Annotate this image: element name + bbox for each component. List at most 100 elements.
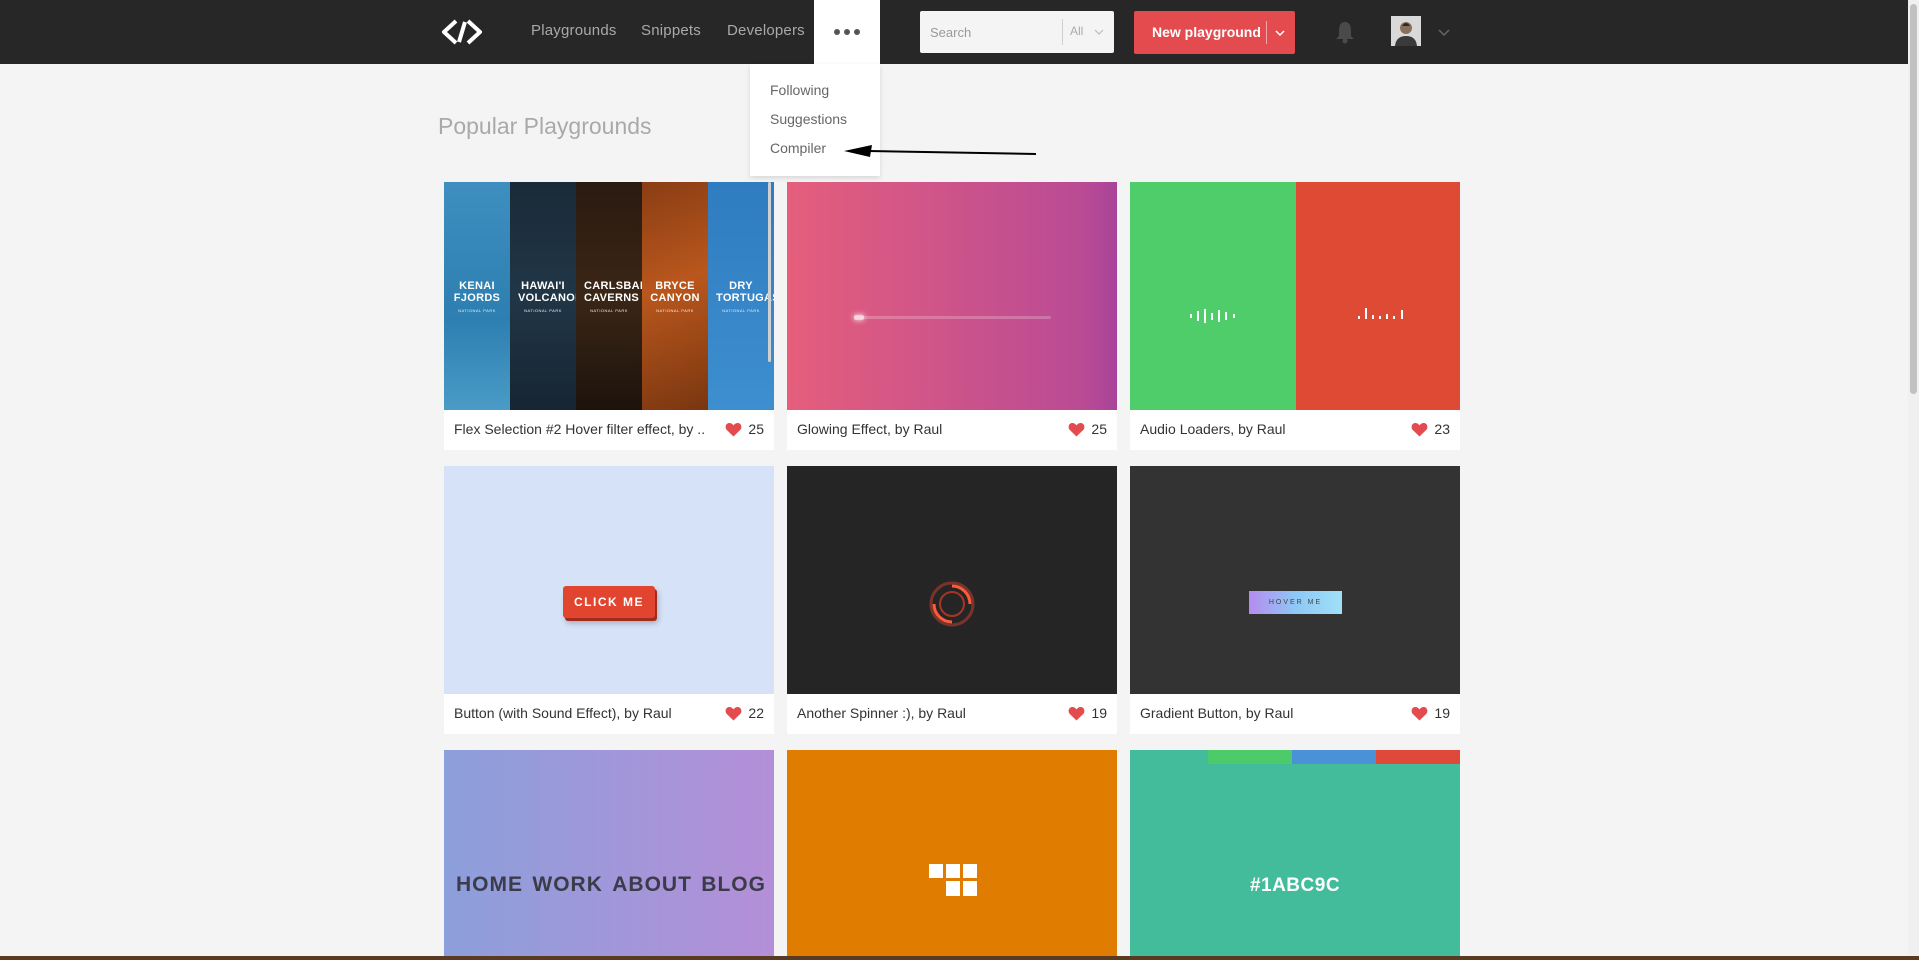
click-me-button-preview: CLICK ME [563, 586, 655, 618]
playground-card[interactable]: Glowing Effect, by Raul 25 [787, 182, 1117, 450]
likes-number: 25 [1091, 421, 1107, 437]
playground-card[interactable]: HOVER ME Gradient Button, by Raul 19 [1130, 466, 1460, 734]
color-strip-blue [1292, 750, 1376, 764]
chevron-down-icon[interactable] [1274, 27, 1286, 39]
preview-button-label: HOVER ME [1268, 599, 1323, 606]
nav-menu-preview: HOME WORK ABOUT BLOG [456, 873, 766, 897]
likes-count[interactable]: 25 [725, 421, 764, 437]
panel-subtitle: NATIONAL PARK [524, 307, 562, 313]
menu-item-suggestions[interactable]: Suggestions [770, 111, 847, 127]
likes-count[interactable]: 25 [1068, 421, 1107, 437]
panel-subtitle: NATIONAL PARK [722, 307, 760, 313]
audio-bars-icon [1358, 308, 1403, 319]
page-scrollbar-thumb[interactable] [1910, 4, 1917, 394]
heart-icon [1069, 706, 1085, 720]
audio-bars-icon [1190, 309, 1235, 323]
card-title: Gradient Button, by Raul [1140, 705, 1294, 721]
notification-bell-icon[interactable] [1334, 20, 1356, 44]
heart-icon [1412, 706, 1428, 720]
panel-title: KENAI FJORDS [453, 279, 501, 304]
nav-playgrounds[interactable]: Playgrounds [531, 22, 617, 39]
search-box: All [920, 11, 1114, 53]
preview-menu-item: WORK [532, 873, 603, 896]
search-divider [1062, 19, 1063, 45]
playground-thumbnail: #1ABC9C [1130, 750, 1460, 956]
panel-title: DRY TORTUGAS [716, 279, 774, 304]
likes-count[interactable]: 23 [1411, 421, 1450, 437]
panel-subtitle: NATIONAL PARK [656, 307, 694, 313]
playground-thumbnail: CLICK ME [444, 466, 774, 694]
panel-subtitle: NATIONAL PARK [458, 307, 496, 313]
heart-icon [726, 422, 742, 436]
panel-title: HAWAI'I VOLCANOES [518, 279, 591, 304]
preview-menu-item: HOME [456, 873, 523, 896]
playground-card[interactable]: KENAI FJORDS NATIONAL PARK HAWAI'I VOLCA… [444, 182, 774, 450]
heart-icon [1412, 422, 1428, 436]
grid-icon [929, 864, 977, 896]
playground-card[interactable]: Audio Loaders, by Raul 23 [1130, 182, 1460, 450]
playground-thumbnail [787, 182, 1117, 410]
page-title: Popular Playgrounds [438, 113, 652, 139]
panel-title: CARLSBAD CAVERNS [584, 279, 649, 304]
playground-thumbnail: HOVER ME [1130, 466, 1460, 694]
color-strip-green [1208, 750, 1292, 764]
playground-card[interactable]: HOME WORK ABOUT BLOG [444, 750, 774, 956]
panel-title: BRYCE CANYON [650, 279, 700, 304]
playground-card[interactable]: Another Spinner :), by Raul 19 [787, 466, 1117, 734]
annotation-arrow-icon [844, 145, 1037, 157]
park-panel: CARLSBAD CAVERNS NATIONAL PARK [576, 182, 649, 410]
spinner-icon [929, 581, 975, 627]
codeplay-logo-icon[interactable] [440, 18, 484, 46]
chevron-down-icon[interactable] [1437, 26, 1451, 38]
desktop-edge [0, 956, 1919, 960]
likes-number: 19 [1434, 705, 1450, 721]
heart-icon [1069, 422, 1085, 436]
likes-number: 25 [748, 421, 764, 437]
inner-scrollbar[interactable] [768, 182, 771, 362]
glow-bar [854, 316, 1051, 319]
playground-thumbnail: HOME WORK ABOUT BLOG [444, 750, 774, 956]
likes-count[interactable]: 19 [1411, 705, 1450, 721]
heart-icon [726, 706, 742, 720]
top-navbar: Playgrounds Snippets Developers All New … [0, 0, 1919, 64]
nav-snippets[interactable]: Snippets [641, 22, 701, 39]
preview-menu-item: BLOG [701, 873, 766, 896]
park-panel: KENAI FJORDS NATIONAL PARK [444, 182, 510, 410]
search-filter-select[interactable]: All [1070, 24, 1083, 38]
loader-panel-green [1130, 182, 1296, 410]
new-playground-label: New playground [1152, 24, 1261, 40]
park-panel: HAWAI'I VOLCANOES NATIONAL PARK [510, 182, 591, 410]
playground-thumbnail [1130, 182, 1460, 410]
playground-card[interactable]: #1ABC9C [1130, 750, 1460, 956]
playground-thumbnail [787, 750, 1117, 956]
likes-count[interactable]: 19 [1068, 705, 1107, 721]
playground-card[interactable] [787, 750, 1117, 956]
color-strip-red [1376, 750, 1460, 764]
likes-number: 23 [1434, 421, 1450, 437]
menu-item-following[interactable]: Following [770, 82, 829, 98]
playground-thumbnail: KENAI FJORDS NATIONAL PARK HAWAI'I VOLCA… [444, 182, 774, 410]
search-input[interactable] [920, 11, 1062, 53]
chevron-down-icon[interactable] [1094, 27, 1104, 37]
button-divider [1266, 21, 1267, 44]
card-title: Button (with Sound Effect), by Raul [454, 705, 672, 721]
hex-color-label: #1ABC9C [1249, 875, 1341, 896]
likes-number: 22 [748, 705, 764, 721]
menu-item-compiler[interactable]: Compiler [770, 140, 826, 156]
park-panel: BRYCE CANYON NATIONAL PARK [642, 182, 708, 410]
playground-thumbnail [787, 466, 1117, 694]
nav-developers[interactable]: Developers [727, 22, 805, 39]
preview-menu-item: ABOUT [612, 873, 692, 896]
ellipsis-icon [834, 29, 860, 35]
user-avatar-icon [1391, 16, 1421, 46]
card-title: Audio Loaders, by Raul [1140, 421, 1286, 437]
likes-count[interactable]: 22 [725, 705, 764, 721]
likes-number: 19 [1091, 705, 1107, 721]
card-title: Another Spinner :), by Raul [797, 705, 966, 721]
card-title: Glowing Effect, by Raul [797, 421, 943, 437]
loader-panel-red [1296, 182, 1460, 410]
more-menu-button[interactable] [814, 0, 880, 64]
new-playground-button[interactable]: New playground [1134, 11, 1295, 54]
avatar[interactable] [1391, 16, 1421, 46]
playground-card[interactable]: CLICK ME Button (with Sound Effect), by … [444, 466, 774, 734]
